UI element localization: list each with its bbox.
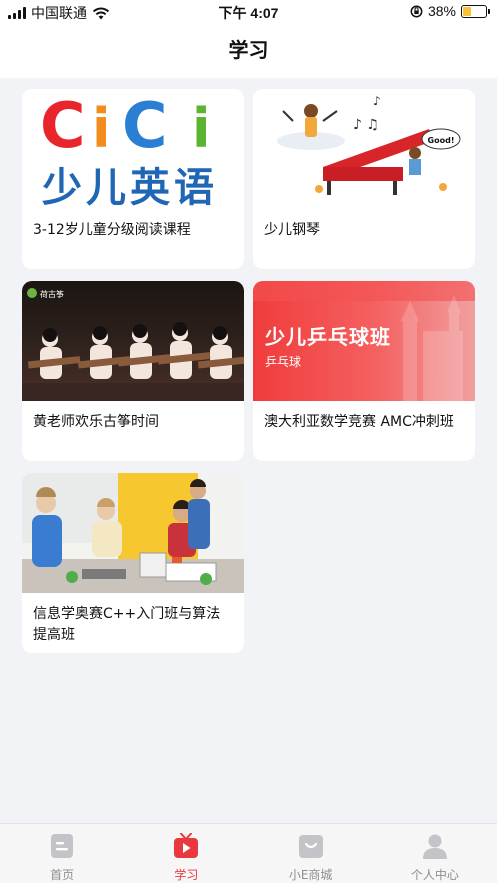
tab-shop[interactable]: 小E商城 [249, 824, 373, 883]
svg-text:i: i [92, 97, 111, 160]
piano-bubble-text: Good! [428, 136, 455, 145]
tab-label: 首页 [50, 868, 75, 882]
course-title: 黄老师欢乐古筝时间 [33, 414, 159, 430]
english-logo-subtitle: 少儿英语 [42, 165, 218, 209]
course-thumbnail-piano: Good! ♪ ♫ ♪ [253, 89, 475, 209]
banner-subtitle: 乒乓球 [265, 355, 302, 369]
play-icon [174, 833, 199, 858]
status-bar: 中国联通 下午 4:07 38% [0, 0, 497, 24]
shop-icon [298, 835, 323, 858]
home-icon [51, 834, 74, 858]
rotation-lock-icon [410, 5, 423, 17]
battery-icon [461, 4, 490, 18]
bottom-tab-bar: 首页 学习 小E商城 个人中心 [0, 823, 497, 883]
battery-percent: 38% [427, 3, 456, 19]
tab-label: 小E商城 [288, 868, 333, 882]
course-title: 澳大利亚数学竞赛 AMC冲刺班 [264, 414, 454, 430]
course-card[interactable]: Good! ♪ ♫ ♪ 少儿钢琴 [253, 89, 475, 269]
course-card[interactable]: C i C i 少儿英语 3-12岁儿童分级阅读课程 [22, 89, 244, 269]
svg-text:i: i [192, 97, 211, 160]
course-thumbnail-english: C i C i 少儿英语 [22, 89, 244, 209]
course-card[interactable]: 少儿乒乓球班 乒乓球 澳大利亚数学竞赛 AMC冲刺班 [253, 281, 475, 461]
course-card[interactable]: 信息学奥赛C++入门班与算法提高班 [22, 473, 244, 653]
course-card[interactable]: 荷古筝 黄老师欢乐古筝时间 [22, 281, 244, 461]
svg-text:C: C [40, 89, 86, 162]
svg-text:♪: ♪ [373, 94, 381, 108]
course-title: 3-12岁儿童分级阅读课程 [33, 222, 191, 238]
cici-english-logo: C i C i 少儿英语 [40, 89, 218, 209]
nav-header: 学习 [0, 24, 497, 78]
course-title: 少儿钢琴 [264, 222, 320, 238]
tab-label: 个人中心 [410, 868, 459, 882]
status-right: 38% [410, 3, 490, 19]
guzheng-performance-photo: 荷古筝 [22, 288, 244, 401]
course-thumbnail-guzheng: 荷古筝 [22, 281, 244, 401]
kids-building-photo [22, 473, 244, 593]
svg-text:♪ ♫: ♪ ♫ [353, 117, 379, 133]
course-thumbnail-pingpong: 少儿乒乓球班 乒乓球 [253, 281, 475, 401]
piano-illustration: Good! ♪ ♫ ♪ [277, 94, 461, 195]
banner-title: 少儿乒乓球班 [265, 325, 391, 349]
tab-profile[interactable]: 个人中心 [373, 824, 497, 883]
svg-text:C: C [122, 89, 168, 162]
course-thumbnail-coding [22, 473, 244, 593]
tab-home[interactable]: 首页 [0, 824, 124, 883]
course-title: 信息学奥赛C++入门班与算法提高班 [33, 606, 221, 643]
guzheng-tag: 荷古筝 [40, 289, 64, 299]
page-title: 学习 [228, 38, 269, 62]
tab-label: 学习 [174, 868, 199, 882]
person-icon [422, 834, 447, 859]
tab-study[interactable]: 学习 [124, 824, 248, 883]
